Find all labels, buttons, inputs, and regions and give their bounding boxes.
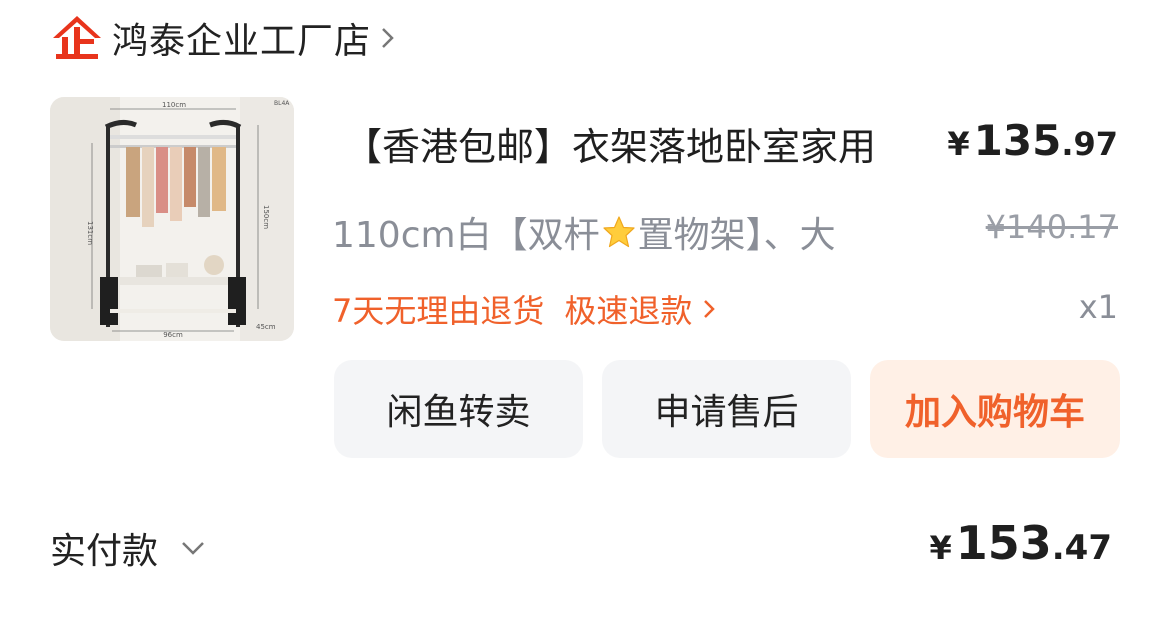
star-emoji-icon xyxy=(602,216,635,248)
image-dim-bottom: 96cm xyxy=(163,331,183,339)
image-dim-corner: BL4A xyxy=(274,100,290,107)
product-price: ¥ 135 .97 xyxy=(947,116,1118,165)
product-image[interactable]: 110cm BL4A 131cm 150cm 96cm 45cm xyxy=(50,97,294,341)
chevron-right-icon xyxy=(704,300,716,318)
paid-label: 实付款 xyxy=(50,531,159,572)
promo-return: 7天无理由退货 xyxy=(332,292,545,330)
service-promo[interactable]: 7天无理由退货 极速退款 xyxy=(332,286,716,332)
clothes-rack-image: 110cm BL4A 131cm 150cm 96cm 45cm xyxy=(50,97,294,341)
price-currency: ¥ xyxy=(947,125,970,163)
shop-name[interactable]: 鸿泰企业工厂店 xyxy=(112,12,371,64)
price-integer: 135 xyxy=(973,116,1062,165)
paid-decimal: .47 xyxy=(1051,528,1112,568)
paid-currency: ¥ xyxy=(929,529,952,567)
image-dim-depth: 45cm xyxy=(256,323,276,331)
spec-text-before: 110cm白【双杆 xyxy=(332,215,600,256)
after-sale-button[interactable]: 申请售后 xyxy=(602,360,851,458)
quantity: x1 xyxy=(1078,288,1118,326)
paid-amount: ¥ 153 .47 xyxy=(929,516,1112,570)
resell-button[interactable]: 闲鱼转卖 xyxy=(334,360,583,458)
enterprise-logo-icon xyxy=(53,16,101,59)
chevron-down-icon xyxy=(182,542,204,555)
image-dim-top: 110cm xyxy=(162,101,186,109)
chevron-right-icon xyxy=(382,28,394,48)
image-dim-left: 131cm xyxy=(86,221,94,245)
paid-amount-toggle[interactable]: 实付款 xyxy=(50,522,206,574)
original-price: ¥140.17 xyxy=(985,208,1118,246)
price-decimal: .97 xyxy=(1061,125,1118,163)
image-dim-side: 150cm xyxy=(262,205,270,229)
paid-integer: 153 xyxy=(955,516,1052,570)
product-spec: 110cm白【双杆 置物架】、大 xyxy=(332,206,836,258)
product-title[interactable]: 【香港包邮】衣架落地卧室家用 xyxy=(344,116,876,171)
shop-header[interactable]: 鸿泰企业工厂店 xyxy=(50,10,397,66)
add-to-cart-button[interactable]: 加入购物车 xyxy=(870,360,1120,458)
promo-refund: 极速退款 xyxy=(564,292,693,330)
spec-text-after: 置物架】、大 xyxy=(637,215,836,256)
